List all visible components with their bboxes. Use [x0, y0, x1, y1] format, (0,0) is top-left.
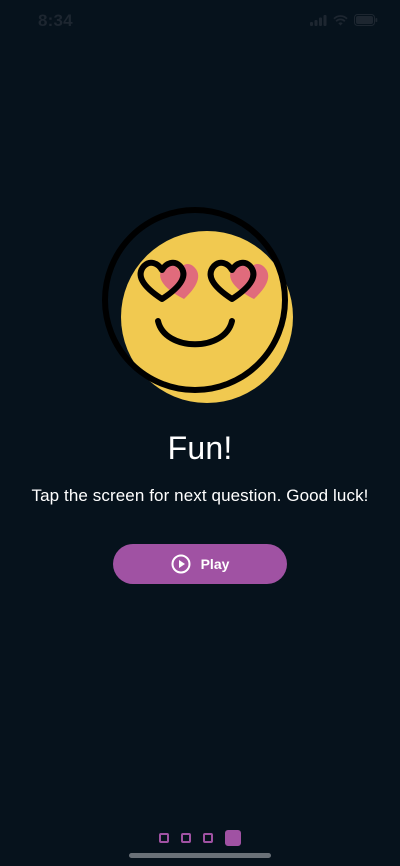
page-dot[interactable]: [159, 833, 169, 843]
play-button-label: Play: [200, 556, 230, 572]
home-indicator[interactable]: [129, 853, 271, 858]
battery-icon: [354, 14, 378, 26]
status-bar: 8:34: [0, 0, 400, 44]
play-button[interactable]: Play: [113, 544, 287, 584]
page-dot[interactable]: [181, 833, 191, 843]
status-time: 8:34: [38, 11, 73, 30]
play-circle-icon: [171, 554, 191, 574]
page-dot-active[interactable]: [225, 830, 241, 846]
heart-eyes-smiley-icon: [100, 205, 300, 405]
page-indicator: [0, 830, 400, 846]
signal-icon: [310, 14, 327, 26]
status-icons: [310, 14, 378, 26]
wifi-icon: [333, 14, 348, 25]
subtitle: Tap the screen for next question. Good l…: [31, 486, 369, 505]
title: Fun!: [167, 430, 233, 466]
page-dot[interactable]: [203, 833, 213, 843]
